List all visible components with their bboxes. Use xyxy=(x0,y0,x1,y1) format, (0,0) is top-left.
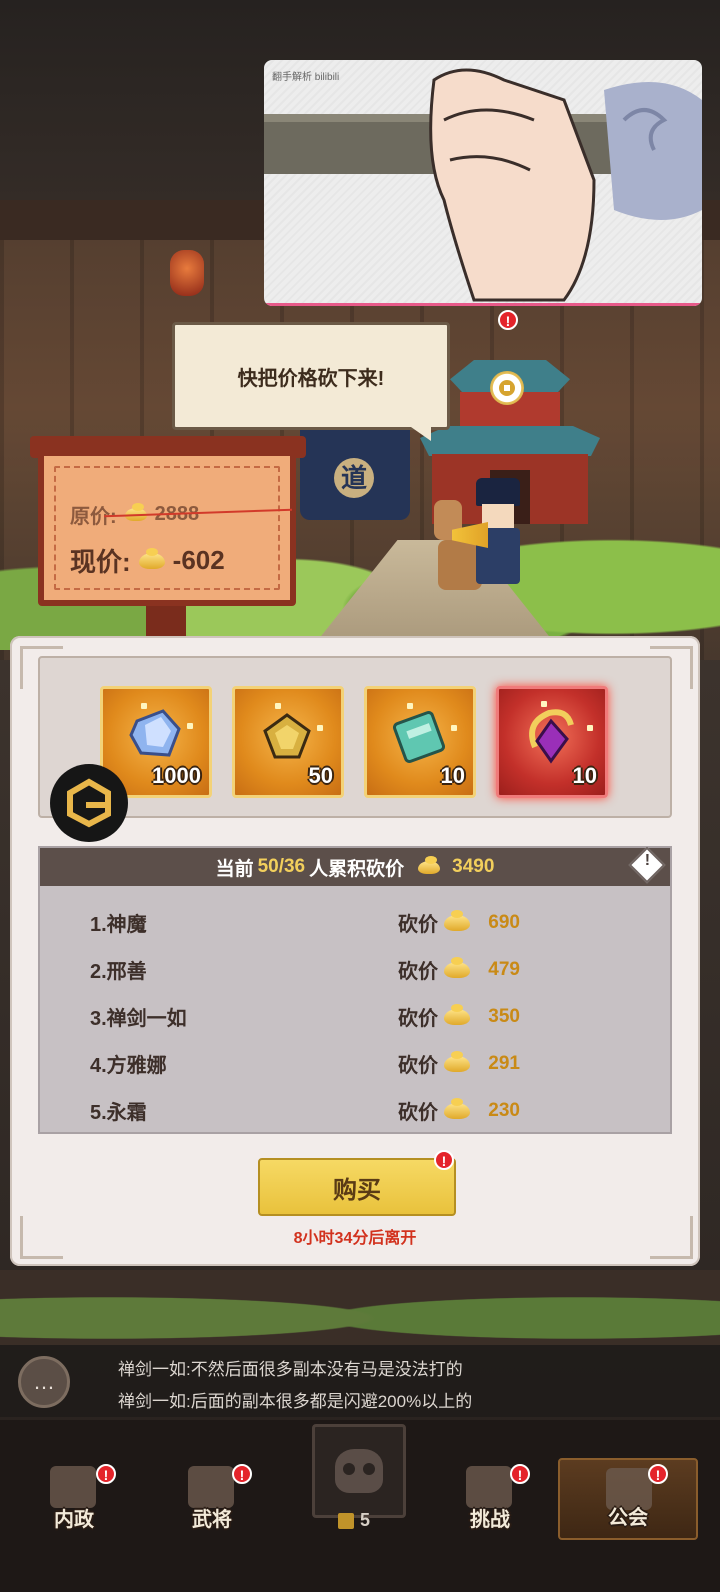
ranking-row: 4.方雅娜 砍价 291 xyxy=(40,1041,670,1081)
gold-ingot-icon xyxy=(138,547,165,569)
golden-relic-icon xyxy=(263,713,311,759)
gold-ingot-icon xyxy=(444,1003,470,1025)
skull-icon xyxy=(335,1449,383,1493)
nav-tab-generals[interactable]: 武将 xyxy=(142,1458,282,1540)
cut-label: 砍价 xyxy=(398,961,438,983)
crystal-gem-icon xyxy=(129,709,181,757)
player-name: 5.永霜 xyxy=(90,1102,147,1124)
price-signboard: 原价: 2888 现价: -602 xyxy=(38,450,296,606)
reward-item-ticket[interactable]: 10 xyxy=(364,686,476,798)
leave-timer: 8小时34分后离开 xyxy=(293,1230,417,1247)
temple-lower-roof xyxy=(420,426,600,456)
buy-alert-icon: ! xyxy=(434,1150,454,1170)
nav-tab-label: 挑战 xyxy=(470,1509,510,1531)
dao-banner: 道 xyxy=(300,430,410,520)
reward-count: 50 xyxy=(308,763,333,788)
reward-count: 10 xyxy=(440,763,465,788)
speech-text: 快把价格砍下来! xyxy=(237,367,385,390)
player-name: 2.邢善 xyxy=(90,961,147,983)
cut-value: 690 xyxy=(488,911,520,933)
cut-value: 291 xyxy=(488,1052,520,1074)
cut-label: 砍价 xyxy=(398,914,438,936)
nav-tab-label: 公会 xyxy=(608,1507,648,1529)
battle-count-value: 5 xyxy=(360,1510,371,1530)
nav-tab-label: 武将 xyxy=(192,1509,232,1531)
ticket-icon xyxy=(338,1512,354,1529)
ranking-row: 5.永霜 砍价 230 xyxy=(40,1088,670,1128)
participant-count: 50/36 xyxy=(257,856,306,877)
bargain-ranking-table: 当前 50/36 人累积砍价 3490 ! 1.神魔 砍价 690 2.邢善 砍价 47… xyxy=(38,846,672,1134)
g-logo-icon[interactable] xyxy=(50,764,128,842)
nav-alert-icon: ! xyxy=(510,1464,530,1484)
treasure-chest-icon xyxy=(466,1466,512,1508)
reward-item-relic[interactable]: 50 xyxy=(232,686,344,798)
current-price-row: 现价: -602 xyxy=(70,542,225,579)
cut-label: 砍价 xyxy=(398,1008,438,1030)
cut-value: 230 xyxy=(488,1099,520,1121)
buy-button-label: 购买 xyxy=(333,1176,381,1204)
nav-tab-guild[interactable]: 公会 xyxy=(558,1458,698,1540)
gold-ingot-icon xyxy=(418,855,441,874)
purple-gem-ornament-icon xyxy=(529,709,574,764)
cut-value: 479 xyxy=(488,958,520,980)
buy-button[interactable]: 购买 xyxy=(258,1158,456,1216)
green-ticket-icon xyxy=(392,710,446,764)
gold-ingot-icon xyxy=(444,1050,470,1072)
cut-label: 砍价 xyxy=(398,1102,438,1124)
gold-ingot-icon xyxy=(444,1097,470,1119)
player-name: 3.禅剑一如 xyxy=(90,1008,187,1030)
nav-tab-domestic[interactable]: 内政 xyxy=(4,1458,144,1540)
header-prefix: 当前 xyxy=(215,858,254,880)
general-card-icon xyxy=(188,1466,234,1508)
nav-alert-icon: ! xyxy=(232,1464,252,1484)
cut-label: 砍价 xyxy=(398,1055,438,1077)
nav-tab-label: 内政 xyxy=(54,1509,94,1531)
reward-count: 1000 xyxy=(152,763,201,788)
battle-ticket-count: 5 xyxy=(338,1510,370,1531)
lantern-decoration xyxy=(170,250,204,296)
current-price-value: -602 xyxy=(172,545,225,575)
chat-bubble-icon[interactable]: … xyxy=(18,1356,70,1408)
current-price-label: 现价: xyxy=(70,547,131,577)
dao-emblem: 道 xyxy=(334,458,374,498)
ranking-row: 3.禅剑一如 砍价 350 xyxy=(40,994,670,1034)
ranking-row: 2.邢善 砍价 479 xyxy=(40,947,670,987)
video-overlay[interactable]: 翻手解析 bilibili xyxy=(264,60,702,306)
g-emblem-icon xyxy=(67,778,111,828)
temple-alert-icon: ! xyxy=(498,310,518,330)
coin-icon[interactable] xyxy=(490,371,524,405)
total-bargain-value: 3490 xyxy=(452,856,495,877)
nav-center-battle-button[interactable] xyxy=(312,1424,406,1518)
ranking-header: 当前 50/36 人累积砍价 3490 xyxy=(40,848,670,886)
background-lower-scenery xyxy=(0,1270,720,1350)
cut-value: 350 xyxy=(488,1005,520,1027)
chat-message: 禅剑一如:后面的副本很多都是闪避200%以上的 xyxy=(118,1392,473,1411)
gold-ingot-icon xyxy=(444,956,470,978)
chat-message: 禅剑一如:不然后面很多副本没有马是没法打的 xyxy=(118,1360,463,1379)
nav-alert-icon: ! xyxy=(648,1464,668,1484)
header-suffix: 人累积砍价 xyxy=(309,858,405,880)
nav-tab-challenge[interactable]: 挑战 xyxy=(420,1458,560,1540)
reward-item-purple-gem[interactable]: 10 xyxy=(496,686,608,798)
video-progress-bar xyxy=(264,303,702,306)
pavilion-icon xyxy=(50,1466,96,1508)
player-name: 4.方雅娜 xyxy=(90,1055,167,1077)
reward-count: 10 xyxy=(572,763,597,788)
ranking-row: 1.神魔 砍价 690 xyxy=(40,900,670,940)
nav-alert-icon: ! xyxy=(96,1464,116,1484)
player-name: 1.神魔 xyxy=(90,914,147,936)
npc-speech-bubble: 快把价格砍下来! xyxy=(172,322,450,430)
hand-holding-staff-illustration xyxy=(264,68,702,302)
gold-ingot-icon xyxy=(444,909,470,931)
